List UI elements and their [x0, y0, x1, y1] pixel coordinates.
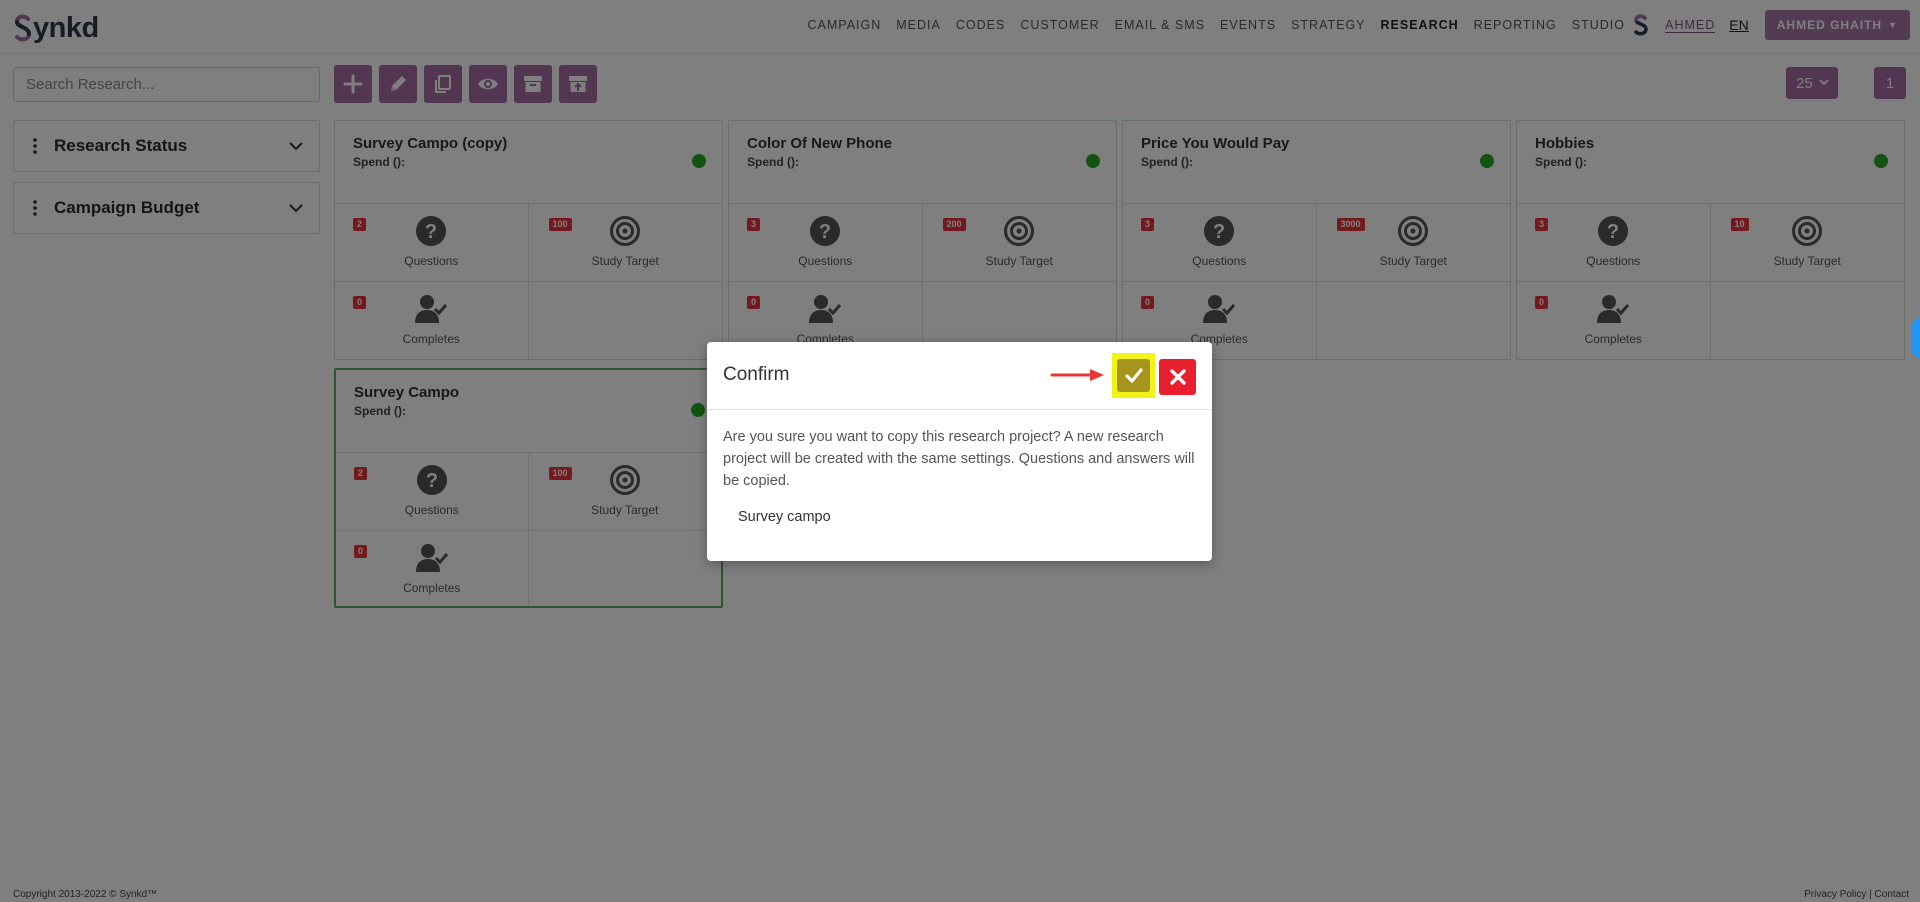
confirm-button-face [1117, 359, 1150, 392]
check-icon [1124, 367, 1143, 383]
close-icon [1169, 369, 1186, 385]
project-name: Survey campo [738, 509, 831, 525]
side-help-tab[interactable] [1912, 318, 1920, 358]
confirm-copy-dialog: Confirm Are you sure you want to copy th… [707, 342, 1212, 561]
dialog-message: Are you sure you want to copy this resea… [723, 429, 1195, 489]
dialog-title: Confirm [723, 364, 790, 385]
cancel-button[interactable] [1159, 359, 1196, 395]
dialog-header: Confirm [707, 342, 1212, 410]
annotation-arrow-icon [1050, 369, 1104, 381]
confirm-button[interactable] [1112, 353, 1155, 398]
